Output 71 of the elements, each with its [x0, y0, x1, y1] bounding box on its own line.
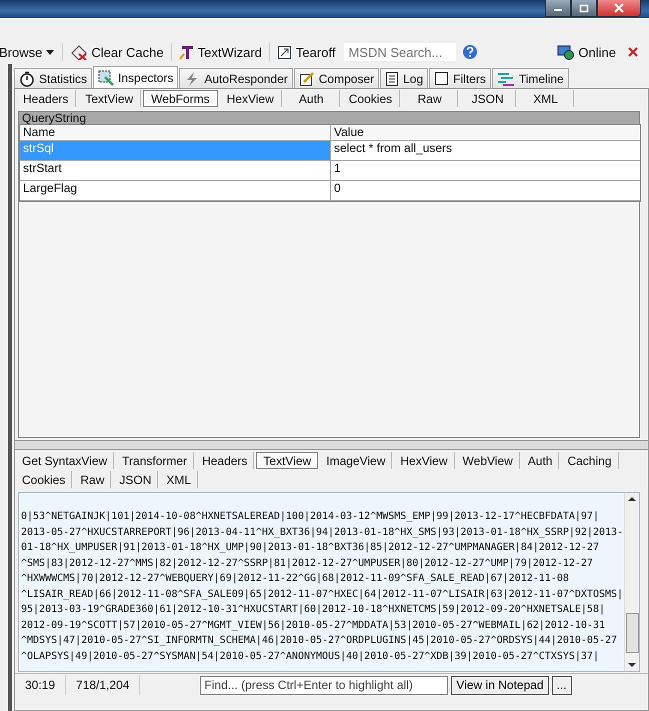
- toolbar-button[interactable]: TextWizard: [176, 42, 265, 62]
- tab[interactable]: Raw: [74, 471, 112, 488]
- tab[interactable]: Headers: [196, 452, 254, 469]
- panel-title: QueryString: [19, 112, 639, 124]
- find-field[interactable]: Find... (press Ctrl+Enter to highlight all): [200, 676, 448, 694]
- tab[interactable]: Filters: [429, 68, 491, 88]
- tab[interactable]: Statistics: [14, 68, 92, 88]
- tab[interactable]: Timeline: [492, 68, 569, 88]
- tab[interactable]: Caching: [561, 452, 618, 469]
- scrollbar-thumb[interactable]: [626, 613, 638, 653]
- scrollbar[interactable]: [624, 493, 639, 671]
- table-cell[interactable]: 0: [331, 181, 640, 201]
- minimize-button[interactable]: [545, 0, 571, 17]
- tab[interactable]: Get SyntaxView: [16, 452, 114, 469]
- tab[interactable]: Cookies: [16, 471, 72, 488]
- size-label: 718/1,204: [66, 675, 140, 695]
- eraser-icon: [70, 44, 88, 60]
- tab[interactable]: Raw: [402, 90, 458, 107]
- close-icon[interactable]: [627, 46, 639, 58]
- pencil-icon: [298, 70, 315, 86]
- maximize-icon: [579, 4, 589, 12]
- tab[interactable]: Transformer: [116, 452, 194, 469]
- response-text: 0|53^NETGAINJK|101|2014-10-08^HXNETSALEREAD|100|2014-03-12^MWSMS_EMP|99|2013-12-17^HECBFDATA|97| 2013-05-27^HXUCSTARREPORT|96|2013-04-11^HX_BXT36|94|2013-01-18^HX_SMS|93|2013-01-18^HX_SSRP|92|2013- 01-18^HX_UMPUSER|91|2013-01-18^HX_UMP|90|2013-01-18^BXT36|85|2012-12-27^UMPMANAGER|84|2012-12-27 ^SMS|83|2012-12-27^MMS|82|2012-12-27^SSRP|81|2012-12-27^UMPUSER|80|2012-12-27^UMP|79|2012-12-27 ^HXWWWCMS|70|2012-12-27^WEBQUERY|69|2012-11-22^GG|68|2012-11-09^SFA_SALE_READ|67|2012-11-08 ^LISAIR_READ|66|2012-11-08^SFA_SALE09|65|2012-11-07^HXEC|64|2012-11-07^LISAIR|63|2012-11-07^DXTOSMS| 95|2013-03-19^GRADE360|61|2012-10-31^HXUCSTART|60|2012-10-18^HXNETCMS|59|2012-09-20^HXNETSALE|58| 2012-09-19^SCOTT|57|2010-05-27^MGMT_VIEW|56|2010-05-27^MDDATA|53|2010-05-27^WEBMAIL|62|2012-10-31 ^MDSYS|47|2010-05-27^SI_INFORMTN_SCHEMA|46|2010-05-27^ORDPLUGINS|45|2010-05-27^ORDSYS|44|2010-05-27 ^OLAPSYS|49|2010-05-27^SYSMAN|54|2010-05-27^ANONYMOUS|40|2010-05-27^XDB|39|2010-05-27^CTXSYS|37|: [20, 510, 624, 664]
- tab[interactable]: TextView: [78, 90, 142, 107]
- text-icon: [178, 44, 195, 60]
- timeline-icon: [496, 72, 515, 86]
- tab[interactable]: HexView: [394, 452, 455, 469]
- tab[interactable]: XML: [518, 90, 574, 107]
- status-button[interactable]: ...: [552, 676, 572, 694]
- table-cell[interactable]: LargeFlag: [20, 181, 331, 201]
- tab[interactable]: ImageView: [320, 452, 392, 469]
- up-arrow-icon[interactable]: [627, 495, 637, 503]
- tab[interactable]: AutoResponder: [179, 68, 293, 88]
- help-icon[interactable]: [462, 44, 478, 60]
- tab[interactable]: Headers: [16, 90, 76, 107]
- toolbar-button[interactable]: Browse: [0, 42, 58, 62]
- tab[interactable]: WebView: [456, 452, 520, 469]
- toolbar-button[interactable]: Tearoff: [274, 42, 338, 62]
- tab[interactable]: Inspectors: [93, 66, 178, 88]
- table-cell[interactable]: select * from all_users: [331, 141, 640, 161]
- table-cell[interactable]: strStart: [20, 161, 331, 181]
- cursor-position: 30:19: [15, 675, 66, 695]
- tab[interactable]: Composer: [294, 68, 380, 88]
- tab[interactable]: Cookies: [342, 90, 400, 107]
- tab[interactable]: Auth: [522, 452, 560, 469]
- tab[interactable]: Auth: [284, 90, 340, 107]
- tab[interactable]: WebForms: [143, 90, 218, 107]
- close-icon: [613, 3, 625, 13]
- status-button[interactable]: View in Notepad: [451, 676, 549, 694]
- tab[interactable]: Log: [380, 68, 428, 88]
- toolbar-button[interactable]: Clear Cache: [67, 42, 167, 62]
- column-header[interactable]: Value: [331, 125, 640, 141]
- online-button[interactable]: Online: [554, 42, 619, 62]
- inspect-icon: [98, 70, 114, 86]
- down-arrow-icon[interactable]: [627, 661, 637, 669]
- maximize-button[interactable]: [571, 0, 597, 17]
- window-icon: [276, 44, 293, 60]
- column-header[interactable]: Name: [20, 125, 331, 141]
- tab[interactable]: TextView: [256, 452, 318, 469]
- document-icon: [385, 70, 400, 86]
- search-field[interactable]: MSDN Search...: [344, 43, 456, 61]
- table-cell[interactable]: 1: [331, 161, 640, 181]
- stopwatch-icon: [19, 70, 35, 86]
- close-button[interactable]: [597, 0, 641, 17]
- tab[interactable]: XML: [160, 471, 198, 488]
- caret-icon: [45, 48, 56, 56]
- tab[interactable]: HexView: [220, 90, 282, 107]
- network-icon: [557, 44, 576, 60]
- tab[interactable]: JSON: [113, 471, 158, 488]
- checkbox-icon: [434, 71, 450, 86]
- tab[interactable]: JSON: [460, 90, 516, 107]
